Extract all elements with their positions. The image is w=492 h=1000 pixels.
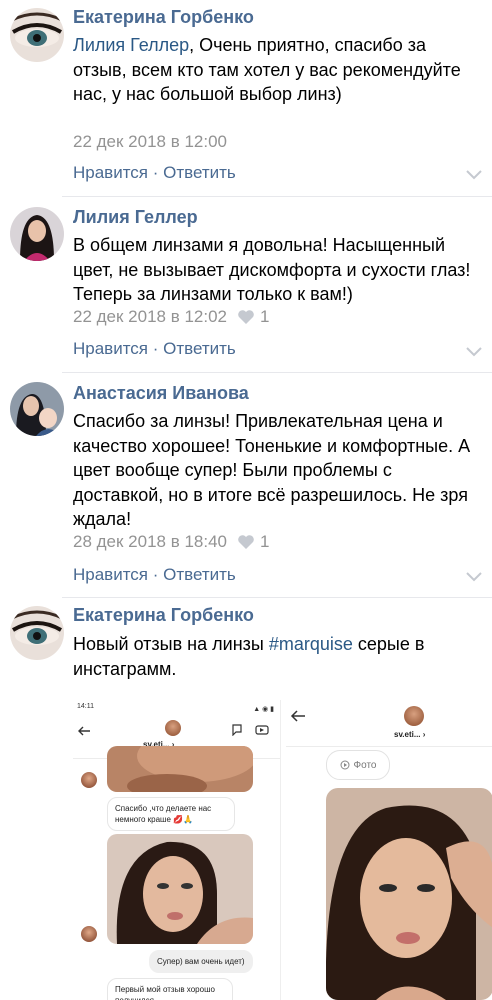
message-photo[interactable]: [326, 788, 492, 1000]
comment-2: Лилия Геллер В общем линзами я довольна!…: [0, 197, 492, 372]
message-photo[interactable]: [107, 746, 253, 792]
comment-actions: Нравится · Ответить: [73, 163, 236, 183]
video-icon[interactable]: [255, 724, 269, 736]
comment-actions: Нравится · Ответить: [73, 339, 236, 359]
sender-avatar: [81, 772, 97, 788]
comment-author[interactable]: Екатерина Горбенко: [73, 605, 254, 626]
sender-avatar: [81, 926, 97, 942]
avatar-eye-image: [10, 8, 64, 62]
message-photo[interactable]: [107, 834, 253, 944]
hashtag-link[interactable]: #marquise: [269, 634, 353, 654]
avatar[interactable]: [10, 382, 64, 436]
reply-link[interactable]: Ответить: [163, 163, 236, 182]
chevron-down-icon[interactable]: [466, 572, 482, 582]
chevron-down-icon[interactable]: [466, 170, 482, 180]
comment-text: Лилия Геллер, Очень приятно, спасибо за …: [73, 35, 461, 104]
comment-actions: Нравится · Ответить: [73, 565, 236, 585]
avatar-eye-image: [10, 606, 64, 660]
message-bubble: Первый мой отзыв хорошо получился: [107, 978, 233, 1000]
reply-link[interactable]: Ответить: [163, 565, 236, 584]
instagram-dm-screenshot-left[interactable]: 14:11 ▲ ◉ ▮ sv.eti... › Спасибо ,что дел…: [73, 700, 281, 1000]
thread-avatar[interactable]: [165, 720, 181, 736]
actions-separator: ·: [148, 565, 164, 584]
instagram-dm-screenshot-right[interactable]: sv.eti... › Фото: [286, 700, 492, 1000]
actions-separator: ·: [148, 163, 164, 182]
like-link[interactable]: Нравится: [73, 339, 148, 358]
likes-count: 1: [260, 532, 270, 551]
message-bubble: Супер) вам очень идет): [149, 950, 253, 973]
photo-icon: [340, 760, 349, 770]
back-arrow-icon[interactable]: [290, 710, 306, 722]
comment-author[interactable]: Анастасия Иванова: [73, 383, 249, 404]
comment-date[interactable]: 22 дек 2018 в 12:02 1: [73, 307, 269, 327]
comment-date[interactable]: 28 дек 2018 в 18:40 1: [73, 532, 269, 552]
comment-date[interactable]: 22 дек 2018 в 12:00: [73, 132, 227, 152]
thread-username[interactable]: sv.eti... ›: [394, 730, 425, 739]
reply-mention-link[interactable]: Лилия Геллер: [73, 35, 189, 55]
back-arrow-icon[interactable]: [77, 726, 91, 736]
message-bubble: Спасибо ,что делаете нас немного краше 💋…: [107, 797, 235, 831]
photo-attachment[interactable]: 14:11 ▲ ◉ ▮ sv.eti... › Спасибо ,что дел…: [73, 700, 492, 1000]
comment-3: Анастасия Иванова Спасибо за линзы! Прив…: [0, 373, 492, 597]
comment-text: Спасибо за линзы! Привлекательная цена и…: [73, 411, 471, 529]
reply-link[interactable]: Ответить: [163, 339, 236, 358]
thread-header: sv.eti... ›: [286, 700, 492, 747]
avatar-photo: [10, 382, 64, 436]
comment-author[interactable]: Екатерина Горбенко: [73, 7, 254, 28]
like-link[interactable]: Нравится: [73, 163, 148, 182]
like-link[interactable]: Нравится: [73, 565, 148, 584]
heart-icon[interactable]: [237, 534, 255, 550]
photo-label-pill[interactable]: Фото: [326, 750, 390, 780]
avatar[interactable]: [10, 207, 64, 261]
flag-icon[interactable]: [231, 724, 243, 736]
comment-author[interactable]: Лилия Геллер: [73, 207, 198, 228]
avatar[interactable]: [10, 8, 64, 62]
actions-separator: ·: [148, 339, 164, 358]
status-bar: 14:11 ▲ ◉ ▮: [73, 700, 280, 714]
chevron-down-icon[interactable]: [466, 347, 482, 357]
avatar-photo: [10, 207, 64, 261]
heart-icon[interactable]: [237, 309, 255, 325]
likes-count: 1: [260, 307, 270, 326]
thread-avatar[interactable]: [404, 706, 424, 726]
comment-text: Новый отзыв на линзы #marquise серые в и…: [73, 634, 425, 679]
avatar[interactable]: [10, 606, 64, 660]
comment-1: Екатерина Горбенко Лилия Геллер, Очень п…: [0, 0, 492, 196]
comment-text: В общем линзами я довольна! Насыщенный ц…: [73, 235, 471, 304]
status-time: 14:11: [77, 703, 94, 710]
